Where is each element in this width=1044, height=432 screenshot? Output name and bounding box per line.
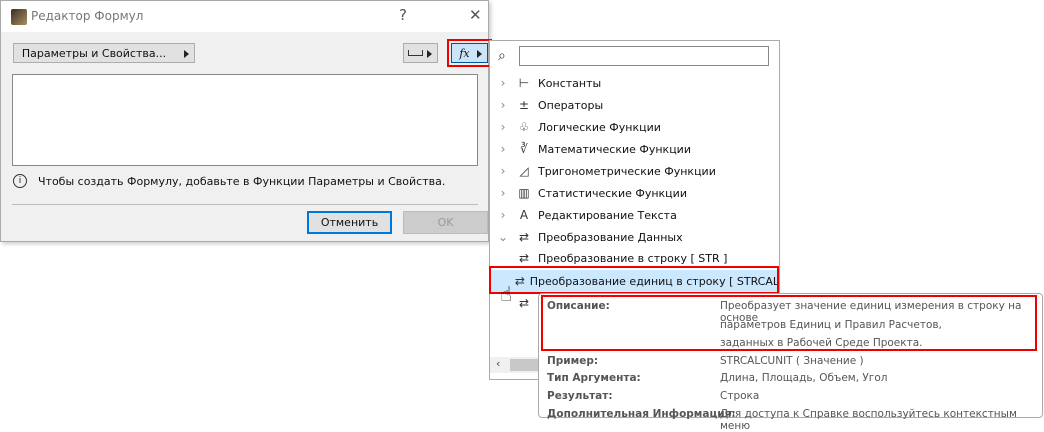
list-item[interactable]: ⇄ (490, 292, 538, 314)
formula-editor-dialog: Редактор Формул ? ✕ Параметры и Свойства… (0, 0, 492, 242)
dialog-title: Редактор Формул (31, 9, 144, 23)
tree-item-label: Константы (538, 76, 602, 90)
constants-icon: ⊢ (518, 76, 530, 90)
tooltip-label: Дополнительная Информация: (547, 408, 736, 420)
units-button[interactable] (403, 43, 438, 63)
convert-icon: ⇄ (518, 251, 530, 265)
fx-icon: fx (459, 46, 470, 60)
operators-icon: ± (518, 98, 530, 112)
tooltip-value: STRCALCUNIT ( Значение ) (720, 355, 864, 367)
cancel-button[interactable]: Отменить (307, 211, 392, 234)
scroll-left-icon[interactable]: ‹ (496, 357, 500, 370)
info-icon: i (13, 174, 27, 188)
tooltip-value: параметров Единиц и Правил Расчетов, (720, 319, 942, 331)
chevron-right-icon[interactable]: › (496, 186, 510, 200)
tooltip-value: Строка (720, 390, 760, 402)
help-button[interactable]: ? (399, 6, 407, 24)
chevron-right-icon[interactable]: › (496, 142, 510, 156)
tree-item[interactable]: ⌄ ⇄ Преобразование Данных (490, 226, 683, 248)
tooltip-label: Описание: (547, 300, 610, 312)
function-tooltip: Описание: Преобразует значение единиц изм… (538, 293, 1043, 432)
convert-icon: ⇄ (514, 274, 525, 288)
app-logo-icon (11, 9, 27, 25)
ok-button[interactable]: OK (403, 211, 488, 234)
ruler-icon (408, 50, 423, 56)
tooltip-value: заданных в Рабочей Среде Проекта. (720, 337, 923, 349)
tree-item[interactable]: › ▥ Статистические Функции (490, 182, 687, 204)
tree-item-label: Логические Функции (538, 120, 661, 134)
divider (12, 204, 478, 205)
search-input[interactable] (519, 46, 769, 66)
tooltip-label: Пример: (547, 355, 599, 367)
tooltip-value: Длина, Площадь, Объем, Угол (720, 372, 888, 384)
parameters-properties-label: Параметры и Свойства... (21, 46, 167, 60)
info-message: Чтобы создать Формулу, добавьте в Функци… (38, 175, 446, 188)
convert-icon: ⇄ (518, 296, 530, 310)
tree-item-label: Преобразование Данных (538, 230, 683, 244)
tree-item[interactable]: › ♧ Логические Функции (490, 116, 661, 138)
tree-item-label: Операторы (538, 98, 604, 112)
list-item-selected[interactable]: ⇄ Преобразование единиц в строку [ STRCAL (490, 270, 779, 292)
tree-item-label: Тригонометрические Функции (538, 164, 716, 178)
text-icon: A (519, 208, 529, 222)
puzzle-icon: ♧ (518, 120, 530, 134)
tree-item[interactable]: › A Редактирование Текста (490, 204, 677, 226)
chevron-right-icon[interactable]: › (496, 98, 510, 112)
functions-button[interactable]: fx (451, 43, 488, 63)
tree-item[interactable]: › ± Операторы (490, 94, 604, 116)
tree-item-label: Математические Функции (538, 142, 691, 156)
root-icon: ∛ (520, 142, 528, 156)
bar-chart-icon: ▥ (518, 186, 530, 200)
tooltip-label: Результат: (547, 390, 613, 402)
chevron-right-icon[interactable]: › (496, 76, 510, 90)
formula-input[interactable] (12, 74, 478, 166)
convert-icon: ⇄ (518, 230, 530, 244)
tree-item[interactable]: › ◿ Тригонометрические Функции (490, 160, 716, 182)
hand-cursor-icon: ☝ (500, 282, 513, 306)
chevron-down-icon[interactable]: ⌄ (496, 230, 510, 244)
list-item-label: Преобразование в строку [ STR ] (538, 251, 728, 265)
tree-item[interactable]: › ∛ Математические Функции (490, 138, 691, 160)
tree-item-label: Редактирование Текста (538, 208, 677, 222)
chevron-right-icon[interactable]: › (496, 120, 510, 134)
triangle-icon: ◿ (519, 164, 529, 178)
search-icon: ⌕ (498, 48, 506, 64)
tooltip-label: Тип Аргумента: (547, 372, 641, 384)
close-button[interactable]: ✕ (469, 6, 482, 24)
list-item-label: Преобразование единиц в строку [ STRCAL (529, 274, 779, 288)
tooltip-value: Для доступа к Справке воспользуйтесь кон… (720, 408, 1017, 432)
list-item[interactable]: ⇄ Преобразование в строку [ STR ] (490, 247, 799, 269)
chevron-right-icon[interactable]: › (496, 208, 510, 222)
tree-item[interactable]: › ⊢ Константы (490, 72, 602, 94)
chevron-right-icon[interactable]: › (496, 164, 510, 178)
tree-item-label: Статистические Функции (538, 186, 687, 200)
parameters-properties-button[interactable]: Параметры и Свойства... (13, 43, 195, 63)
title-bar: Редактор Формул ? ✕ (1, 1, 488, 32)
